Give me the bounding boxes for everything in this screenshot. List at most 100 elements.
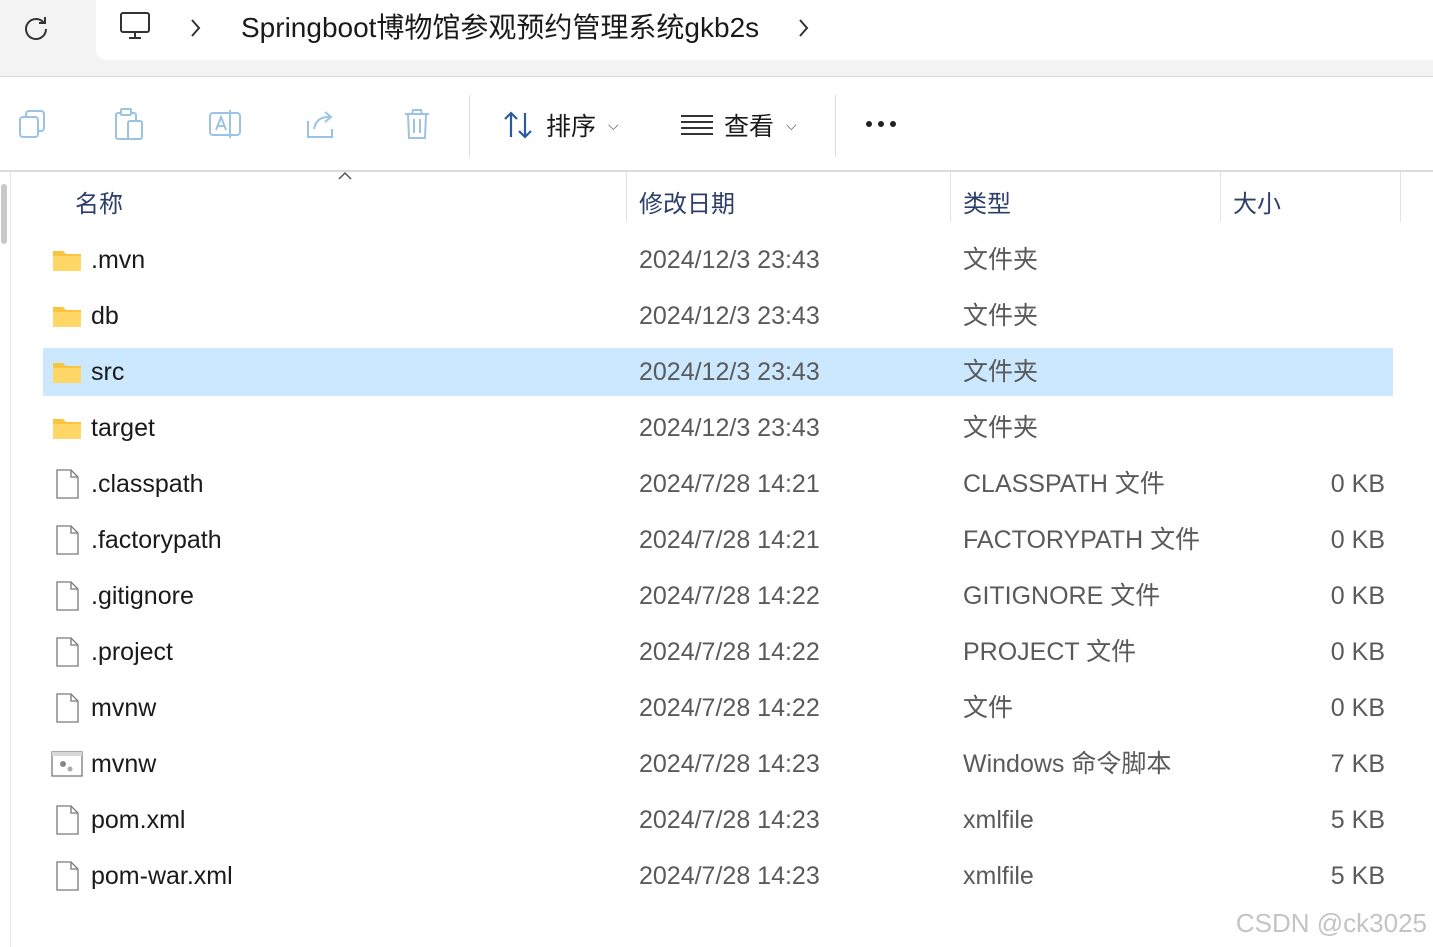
column-divider[interactable] bbox=[626, 172, 627, 222]
file-modified: 2024/7/28 14:22 bbox=[639, 582, 820, 610]
file-modified: 2024/12/3 23:43 bbox=[639, 246, 820, 274]
column-size[interactable]: 大小 bbox=[1233, 184, 1281, 219]
command-bar: 排序 ⌵ 查看 ⌵ bbox=[0, 77, 1433, 172]
file-type: 文件夹 bbox=[963, 414, 1039, 442]
file-size: 7 KB bbox=[1330, 750, 1385, 778]
column-header: 名称 修改日期 类型 大小 bbox=[0, 171, 1433, 226]
file-row[interactable]: .mvn 2024/12/3 23:43 文件夹 bbox=[43, 236, 1393, 284]
sort-icon bbox=[504, 111, 532, 139]
file-type: FACTORYPATH 文件 bbox=[963, 526, 1201, 554]
file-name: .gitignore bbox=[91, 582, 194, 610]
file-modified: 2024/7/28 14:23 bbox=[639, 862, 820, 890]
file-type: 文件夹 bbox=[963, 358, 1039, 386]
file-row[interactable]: pom.xml 2024/7/28 14:23 xmlfile 5 KB bbox=[43, 796, 1393, 844]
breadcrumb[interactable]: Springboot博物馆参观预约管理系统gkb2s bbox=[96, 0, 1433, 60]
file-icon bbox=[51, 524, 83, 556]
file-modified: 2024/12/3 23:43 bbox=[639, 414, 820, 442]
file-size: 0 KB bbox=[1330, 638, 1385, 666]
navigation-pane-edge bbox=[0, 172, 11, 947]
file-row[interactable]: .project 2024/7/28 14:22 PROJECT 文件 0 KB bbox=[43, 628, 1393, 676]
file-type: xmlfile bbox=[963, 862, 1034, 890]
this-pc-icon[interactable] bbox=[118, 10, 152, 42]
file-row[interactable]: mvnw 2024/7/28 14:22 文件 0 KB bbox=[43, 684, 1393, 732]
file-row[interactable]: src 2024/12/3 23:43 文件夹 bbox=[43, 348, 1393, 396]
file-row[interactable]: .factorypath 2024/7/28 14:21 FACTORYPATH 文… bbox=[43, 516, 1393, 564]
paste-icon[interactable] bbox=[112, 107, 146, 141]
chevron-right-icon[interactable] bbox=[796, 14, 812, 42]
file-type: xmlfile bbox=[963, 806, 1034, 834]
file-modified: 2024/12/3 23:43 bbox=[639, 358, 820, 386]
refresh-icon bbox=[25, 17, 47, 40]
file-row[interactable]: mvnw 2024/7/28 14:23 Windows 命令脚本 7 KB bbox=[43, 740, 1393, 788]
view-icon bbox=[681, 115, 713, 135]
file-name: pom.xml bbox=[91, 806, 186, 834]
column-modified[interactable]: 修改日期 bbox=[639, 184, 735, 219]
file-size: 5 KB bbox=[1330, 862, 1385, 890]
file-name: .project bbox=[91, 638, 173, 666]
file-name: .classpath bbox=[91, 470, 204, 498]
breadcrumb-folder[interactable]: Springboot博物馆参观预约管理系统gkb2s bbox=[241, 10, 759, 46]
sort-ascending-icon bbox=[338, 171, 352, 180]
file-type: 文件 bbox=[963, 694, 1014, 722]
file-size: 5 KB bbox=[1330, 806, 1385, 834]
file-name: db bbox=[91, 302, 119, 330]
delete-icon[interactable] bbox=[400, 107, 434, 141]
folder-icon bbox=[51, 244, 83, 276]
rename-icon[interactable] bbox=[208, 107, 242, 141]
file-modified: 2024/12/3 23:43 bbox=[639, 302, 820, 330]
more-dot-icon bbox=[878, 121, 884, 127]
file-name: .factorypath bbox=[91, 526, 222, 554]
chevron-right-icon[interactable] bbox=[188, 14, 204, 42]
file-row[interactable]: db 2024/12/3 23:43 文件夹 bbox=[43, 292, 1393, 340]
file-icon bbox=[51, 860, 83, 892]
toolbar-divider bbox=[835, 95, 836, 157]
file-row[interactable]: .classpath 2024/7/28 14:21 CLASSPATH 文件 0 K… bbox=[43, 460, 1393, 508]
file-size: 0 KB bbox=[1330, 582, 1385, 610]
column-divider[interactable] bbox=[1220, 172, 1221, 222]
file-type: 文件夹 bbox=[963, 246, 1039, 274]
refresh-button[interactable] bbox=[18, 10, 54, 46]
column-divider[interactable] bbox=[1400, 172, 1401, 222]
watermark: CSDN @ck3025 bbox=[1235, 908, 1427, 938]
file-name: pom-war.xml bbox=[91, 862, 233, 890]
file-name: mvnw bbox=[91, 694, 157, 722]
file-name: .mvn bbox=[91, 246, 146, 274]
file-icon bbox=[51, 468, 83, 500]
chevron-down-icon: ⌵ bbox=[608, 116, 619, 133]
file-name: mvnw bbox=[91, 750, 157, 778]
more-dot-icon bbox=[866, 121, 872, 127]
column-name[interactable]: 名称 bbox=[75, 184, 123, 219]
folder-icon bbox=[51, 300, 83, 332]
file-type: GITIGNORE 文件 bbox=[963, 582, 1161, 610]
copy-icon[interactable] bbox=[16, 107, 50, 141]
share-icon[interactable] bbox=[304, 107, 338, 141]
file-type: PROJECT 文件 bbox=[963, 638, 1137, 666]
file-modified: 2024/7/28 14:23 bbox=[639, 750, 820, 778]
file-row[interactable]: target 2024/12/3 23:43 文件夹 bbox=[43, 404, 1393, 452]
file-type: 文件夹 bbox=[963, 302, 1039, 330]
view-button[interactable]: 查看 ⌵ bbox=[680, 105, 797, 145]
file-modified: 2024/7/28 14:21 bbox=[639, 526, 820, 554]
sort-button[interactable]: 排序 ⌵ bbox=[502, 105, 619, 145]
file-icon bbox=[51, 636, 83, 668]
more-dot-icon bbox=[890, 121, 896, 127]
view-label: 查看 bbox=[724, 113, 775, 141]
file-size: 0 KB bbox=[1330, 470, 1385, 498]
folder-icon bbox=[51, 356, 83, 388]
file-size: 0 KB bbox=[1330, 694, 1385, 722]
chevron-down-icon: ⌵ bbox=[786, 116, 797, 133]
toolbar-divider bbox=[469, 95, 470, 157]
file-modified: 2024/7/28 14:23 bbox=[639, 806, 820, 834]
file-row[interactable]: .gitignore 2024/7/28 14:22 GITIGNORE 文件 0 K… bbox=[43, 572, 1393, 620]
address-bar: Springboot博物馆参观预约管理系统gkb2s bbox=[0, 0, 1433, 77]
file-icon bbox=[51, 692, 83, 724]
file-modified: 2024/7/28 14:21 bbox=[639, 470, 820, 498]
folder-icon bbox=[51, 412, 83, 444]
column-type[interactable]: 类型 bbox=[963, 184, 1011, 219]
file-name: src bbox=[91, 358, 125, 386]
file-type: Windows 命令脚本 bbox=[963, 750, 1172, 778]
column-divider[interactable] bbox=[950, 172, 951, 222]
sort-label: 排序 bbox=[546, 113, 597, 141]
more-options-button[interactable] bbox=[866, 121, 896, 127]
file-row[interactable]: pom-war.xml 2024/7/28 14:23 xmlfile 5 KB bbox=[43, 852, 1393, 900]
